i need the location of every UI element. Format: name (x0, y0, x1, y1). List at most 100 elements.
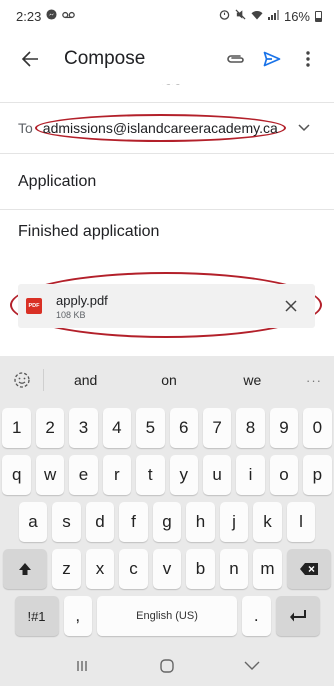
key-i[interactable]: i (236, 455, 265, 495)
recents-button[interactable] (62, 648, 102, 684)
key-row-function: !#1 , English (US) . (0, 596, 334, 636)
attach-button[interactable] (218, 39, 254, 79)
key-5[interactable]: 5 (136, 408, 165, 448)
key-v[interactable]: v (152, 549, 182, 589)
attachment-chip[interactable]: PDF apply.pdf 108 KB (18, 284, 315, 328)
key-e[interactable]: e (69, 455, 98, 495)
key-h[interactable]: h (186, 502, 215, 542)
symbols-key[interactable]: !#1 (14, 596, 59, 636)
key-3[interactable]: 3 (69, 408, 98, 448)
suggestion-2[interactable]: on (127, 372, 210, 388)
key-w[interactable]: w (35, 455, 65, 495)
back-arrow-icon (21, 51, 38, 67)
more-vert-icon (306, 51, 310, 67)
key-p[interactable]: p (303, 455, 332, 495)
period-key[interactable]: . (242, 596, 271, 636)
battery-percent: 16% (283, 8, 310, 24)
shift-key[interactable] (3, 549, 48, 589)
keyboard: and on we ··· 1 2 3 4 5 6 7 8 9 0 q w e … (0, 356, 334, 686)
wifi-icon (251, 10, 263, 23)
back-button[interactable] (10, 39, 50, 79)
chevron-down-icon (244, 661, 260, 670)
key-k[interactable]: k (253, 502, 282, 542)
suggestion-3[interactable]: we (211, 372, 294, 388)
key-q[interactable]: q (2, 455, 31, 495)
system-nav-bar (0, 646, 334, 686)
key-c[interactable]: c (119, 549, 148, 589)
key-t[interactable]: t (136, 455, 165, 495)
home-button[interactable] (147, 648, 187, 684)
key-2[interactable]: 2 (35, 408, 65, 448)
pdf-file-icon: PDF (26, 298, 42, 314)
to-field[interactable]: To admissions@islandcareeracademy.ca (0, 102, 334, 154)
hide-keyboard-button[interactable] (232, 648, 272, 684)
key-r[interactable]: r (102, 455, 132, 495)
emoji-button[interactable] (0, 369, 44, 391)
key-b[interactable]: b (186, 549, 215, 589)
attachment-size: 108 KB (56, 309, 86, 320)
attachment-info: apply.pdf 108 KB (56, 293, 279, 320)
scrolled-from-row: ~~ (0, 84, 334, 98)
signal-icon (267, 9, 279, 23)
status-time: 2:23 (16, 8, 42, 24)
key-6[interactable]: 6 (169, 408, 198, 448)
chevron-down-icon (298, 124, 310, 132)
messenger-notification-icon (46, 9, 57, 23)
body-field[interactable]: Finished application (0, 212, 334, 252)
more-suggestions-button[interactable]: ··· (294, 373, 334, 388)
key-s[interactable]: s (52, 502, 81, 542)
key-y[interactable]: y (169, 455, 198, 495)
key-j[interactable]: j (219, 502, 249, 542)
remove-attachment-button[interactable] (279, 294, 303, 318)
key-n[interactable]: n (219, 549, 249, 589)
battery-icon (315, 10, 322, 22)
key-9[interactable]: 9 (269, 408, 299, 448)
key-4[interactable]: 4 (102, 408, 132, 448)
key-row-digits: 1 2 3 4 5 6 7 8 9 0 (0, 408, 334, 448)
key-row-bottom: z x c v b n m (0, 549, 334, 589)
status-bar: 2:23 16% (0, 0, 334, 32)
key-a[interactable]: a (18, 502, 48, 542)
to-label: To (18, 120, 33, 136)
key-m[interactable]: m (253, 549, 282, 589)
suggestion-1[interactable]: and (44, 372, 127, 388)
enter-key[interactable] (275, 596, 320, 636)
key-row-middle: a s d f g h j k l (0, 502, 334, 542)
key-1[interactable]: 1 (2, 408, 31, 448)
key-7[interactable]: 7 (202, 408, 232, 448)
key-u[interactable]: u (202, 455, 232, 495)
status-left: 2:23 (16, 8, 76, 24)
comma-key[interactable]: , (63, 596, 92, 636)
key-f[interactable]: f (119, 502, 148, 542)
key-row-top: q w e r t y u i o p (0, 455, 334, 495)
shift-icon (19, 563, 32, 575)
key-o[interactable]: o (269, 455, 299, 495)
mute-icon (235, 9, 246, 23)
alarm-icon (219, 9, 230, 23)
subject-field[interactable]: Application (0, 154, 334, 210)
close-icon (285, 300, 297, 312)
emoji-icon (13, 372, 30, 388)
key-x[interactable]: x (85, 549, 115, 589)
space-key[interactable]: English (US) (97, 596, 237, 636)
expand-recipients-button[interactable] (292, 124, 316, 132)
suggestion-bar: and on we ··· (0, 356, 334, 404)
home-icon (160, 659, 174, 673)
key-g[interactable]: g (152, 502, 182, 542)
backspace-key[interactable] (286, 549, 331, 589)
enter-icon (289, 610, 306, 622)
key-z[interactable]: z (52, 549, 81, 589)
voicemail-icon (62, 11, 76, 22)
recipient-address[interactable]: admissions@islandcareeracademy.ca (34, 114, 286, 142)
status-right: 16% (219, 9, 322, 24)
recents-icon (77, 661, 88, 671)
key-8[interactable]: 8 (236, 408, 265, 448)
more-options-button[interactable] (290, 39, 326, 79)
backspace-icon (299, 563, 318, 575)
key-d[interactable]: d (85, 502, 115, 542)
key-l[interactable]: l (286, 502, 316, 542)
send-icon (263, 51, 281, 67)
scrolled-text-fragment: ~~ (162, 84, 181, 93)
send-button[interactable] (254, 39, 290, 79)
key-0[interactable]: 0 (303, 408, 332, 448)
